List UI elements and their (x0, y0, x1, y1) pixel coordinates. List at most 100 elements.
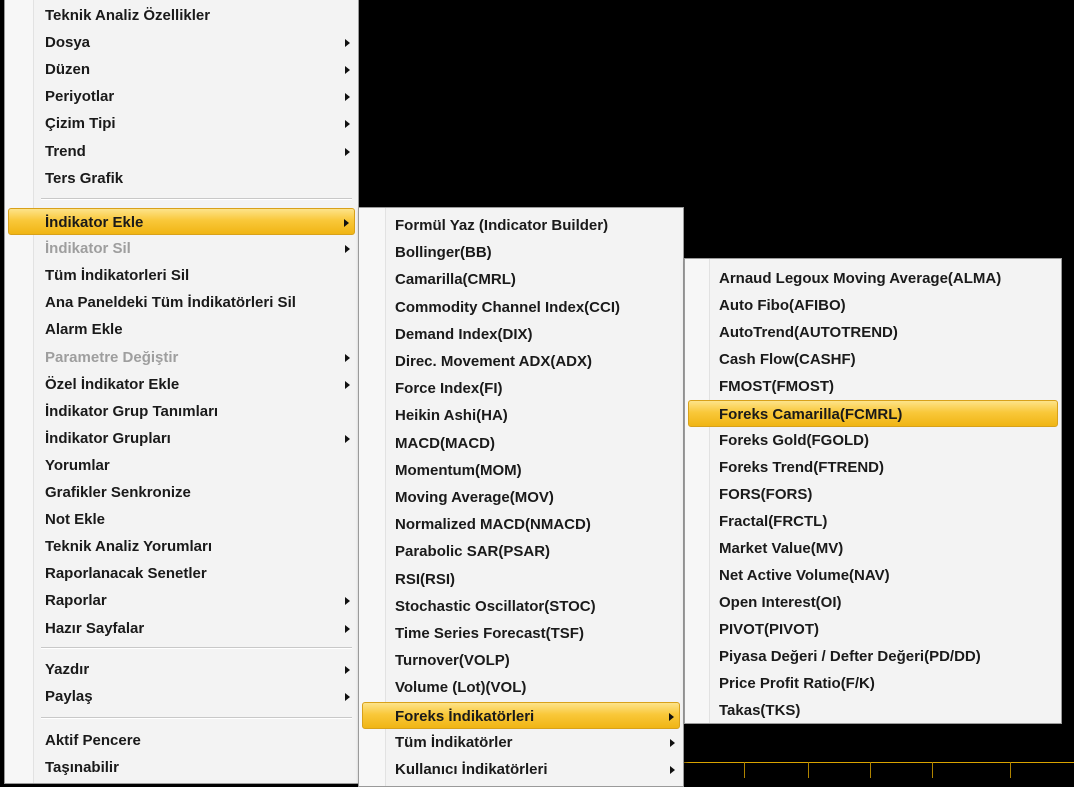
menu-item-cizim-tipi[interactable]: Çizim Tipi (5, 110, 358, 137)
menu-item-trend[interactable]: Trend (5, 138, 358, 165)
menu-item-hazir-sayfalar[interactable]: Hazır Sayfalar (5, 615, 358, 642)
menu-item-macd-macd[interactable]: MACD(MACD) (359, 430, 683, 457)
menu-item-price-profit-ratio-f-k[interactable]: Price Profit Ratio(F/K) (685, 670, 1061, 697)
menu-item-label: Commodity Channel Index(CCI) (395, 298, 621, 316)
menu-item-foreks-trend-ftrend[interactable]: Foreks Trend(FTREND) (685, 454, 1061, 481)
menu-item-label: Teknik Analiz Özellikler (45, 7, 211, 24)
menu-item-label: Özel İndikator Ekle (45, 375, 180, 393)
menu-item-duzen[interactable]: Düzen (5, 56, 358, 83)
menu-item-parametre-degistir[interactable]: Parametre Değiştir (5, 344, 358, 371)
menu-item-bollinger-bb[interactable]: Bollinger(BB) (359, 239, 683, 266)
menu-item-stochastic-oscillator-stoc[interactable]: Stochastic Oscillator(STOC) (359, 593, 683, 620)
menu-item-tum-indikatorleri-sil[interactable]: Tüm İndikatorleri Sil (5, 262, 358, 289)
menu-item-takas-tks[interactable]: Takas(TKS) (685, 697, 1061, 723)
menu-item-dosya[interactable]: Dosya (5, 29, 358, 56)
menu-item-open-interest-oi[interactable]: Open Interest(OI) (685, 589, 1061, 616)
menu-item-label: Momentum(MOM) (395, 461, 522, 479)
menu-item-grafikler-senkronize[interactable]: Grafikler Senkronize (5, 479, 358, 506)
menu-item-label: Raporlanacak Senetler (45, 565, 207, 583)
menu-item-market-value-mv[interactable]: Market Value(MV) (685, 535, 1061, 562)
menu-item-label: Direc. Movement ADX(ADX) (395, 353, 592, 370)
menu-item-label: Ana Paneldeki Tüm İndikatörleri Sil (45, 294, 296, 312)
menu-item-indikator-gruplari[interactable]: İndikator Grupları (5, 425, 358, 452)
menu-item-commodity-channel-index-cci[interactable]: Commodity Channel Index(CCI) (359, 294, 683, 321)
menu-item-label: Time Series Forecast(TSF) (395, 625, 584, 642)
menu-item-yazdir[interactable]: Yazdır (5, 656, 358, 683)
menu-item-auto-fibo-afibo[interactable]: Auto Fibo(AFIBO) (685, 292, 1061, 319)
menu-item-label: Market Value(MV) (719, 540, 844, 557)
menu-item-label: Not Ekle (45, 511, 106, 529)
menu-item-label: Turnover(VOLP) (395, 652, 510, 670)
menu-item-fors-fors[interactable]: FORS(FORS) (685, 481, 1061, 508)
menu-item-demand-index-dix[interactable]: Demand Index(DIX) (359, 321, 683, 348)
menu-item-label: Trend (45, 142, 86, 160)
menu-item-momentum-mom[interactable]: Momentum(MOM) (359, 457, 683, 484)
menu-item-teknik-analiz-ozellikler[interactable]: Teknik Analiz Özellikler (5, 2, 358, 29)
menu-item-indikator-grup-tanimlari[interactable]: İndikator Grup Tanımları (5, 398, 358, 425)
menu-item-label: Stochastic Oscillator(STOC) (395, 597, 596, 615)
menu-item-raporlanacak-senetler[interactable]: Raporlanacak Senetler (5, 560, 358, 587)
submenu-arrow-icon (345, 624, 350, 633)
menu-item-rsi-rsi[interactable]: RSI(RSI) (359, 566, 683, 593)
menu-item-label: Raporlar (45, 592, 107, 610)
menu-item-time-series-forecast-tsf[interactable]: Time Series Forecast(TSF) (359, 620, 683, 647)
menu-item-teknik-analiz-yorumlari[interactable]: Teknik Analiz Yorumları (5, 533, 358, 560)
menu-item-label: Tüm İndikatörler (395, 733, 513, 751)
menu-item-tum-indikatorler[interactable]: Tüm İndikatörler (359, 729, 683, 756)
menu-item-alarm-ekle[interactable]: Alarm Ekle (5, 316, 358, 343)
menu-item-periyotlar[interactable]: Periyotlar (5, 83, 358, 110)
chart-tick (808, 762, 809, 778)
menu-item-not-ekle[interactable]: Not Ekle (5, 506, 358, 533)
menu-item-force-index-fi[interactable]: Force Index(FI) (359, 375, 683, 402)
menu-item-camarilla-cmrl[interactable]: Camarilla(CMRL) (359, 266, 683, 293)
menu-item-yorumlar[interactable]: Yorumlar (5, 452, 358, 479)
menu-item-label: RSI(RSI) (395, 570, 455, 588)
menu-item-paylas[interactable]: Paylaş (5, 683, 358, 710)
menu-item-piyasa-degeri-defter-degeri-pd-dd[interactable]: Piyasa Değeri / Defter Değeri(PD/DD) (685, 643, 1061, 670)
menu-item-foreks-gold-fgold[interactable]: Foreks Gold(FGOLD) (685, 427, 1061, 454)
menu-item-ters-grafik[interactable]: Ters Grafik (5, 165, 358, 192)
submenu-arrow-icon (344, 219, 349, 227)
menu-item-heikin-ashi-ha[interactable]: Heikin Ashi(HA) (359, 402, 683, 429)
menu-item-label: Open Interest(OI) (719, 594, 842, 611)
menu-item-label: Çizim Tipi (45, 115, 116, 133)
menu-item-label: Dosya (45, 34, 91, 52)
menu-item-label: Hazır Sayfalar (45, 619, 145, 637)
menu-item-moving-average-mov[interactable]: Moving Average(MOV) (359, 484, 683, 511)
menu-item-normalized-macd-nmacd[interactable]: Normalized MACD(NMACD) (359, 511, 683, 538)
menu-item-label: Grafikler Senkronize (45, 484, 191, 501)
menu-item-turnover-volp[interactable]: Turnover(VOLP) (359, 647, 683, 674)
submenu-arrow-icon (345, 93, 350, 102)
menu-item-foreks-camarilla-fcmrl[interactable]: Foreks Camarilla(FCMRL) (688, 400, 1058, 427)
menu-item-label: Formül Yaz (Indicator Builder) (395, 217, 609, 234)
menu-item-indikator-sil[interactable]: İndikator Sil (5, 235, 358, 262)
menu-item-tasinabilir[interactable]: Taşınabilir (5, 754, 358, 781)
chart-context-menu: Teknik Analiz Özellikler Dosya Düzen Periyo… (4, 0, 359, 784)
menu-item-autotrend-autotrend[interactable]: AutoTrend(AUTOTREND) (685, 319, 1061, 346)
menu-item-raporlar[interactable]: Raporlar (5, 587, 358, 614)
menu-item-volume-lot-vol[interactable]: Volume (Lot)(VOL) (359, 674, 683, 701)
submenu-arrow-icon (345, 666, 350, 674)
menu-item-formul-yaz-indicator-builder[interactable]: Formül Yaz (Indicator Builder) (359, 212, 683, 239)
menu-item-label: İndikator Grup Tanımları (45, 402, 219, 420)
menu-item-fmost-fmost[interactable]: FMOST(FMOST) (685, 373, 1061, 400)
menu-item-arnaud-legoux-moving-average-alma[interactable]: Arnaud Legoux Moving Average(ALMA) (685, 265, 1061, 292)
menu-item-label: Arnaud Legoux Moving Average(ALMA) (719, 270, 1002, 287)
menu-item-aktif-pencere[interactable]: Aktif Pencere (5, 727, 358, 754)
menu-item-cash-flow-cashf[interactable]: Cash Flow(CASHF) (685, 346, 1061, 373)
submenu-arrow-icon (345, 66, 350, 75)
menu-item-net-active-volume-nav[interactable]: Net Active Volume(NAV) (685, 562, 1061, 589)
menu-item-label: PIVOT(PIVOT) (719, 621, 820, 638)
menu-item-pivot-pivot[interactable]: PIVOT(PIVOT) (685, 616, 1061, 643)
menu-item-direc-movement-adx-adx[interactable]: Direc. Movement ADX(ADX) (359, 348, 683, 375)
menu-item-ana-paneldeki-tum-indikatorleri-sil[interactable]: Ana Paneldeki Tüm İndikatörleri Sil (5, 289, 358, 316)
menu-item-label: Net Active Volume(NAV) (719, 567, 890, 584)
menu-item-kullanici-indikatorleri[interactable]: Kullanıcı İndikatörleri (359, 756, 683, 783)
menu-item-indikator-ekle[interactable]: İndikator Ekle (8, 208, 355, 235)
menu-item-label: AutoTrend(AUTOTREND) (719, 324, 898, 341)
menu-item-foreks-indikatorleri[interactable]: Foreks İndikatörleri (362, 701, 680, 729)
menu-item-fractal-frctl[interactable]: Fractal(FRCTL) (685, 508, 1061, 535)
menu-item-ozel-indikator-ekle[interactable]: Özel İndikator Ekle (5, 371, 358, 398)
menu-item-parabolic-sar-psar[interactable]: Parabolic SAR(PSAR) (359, 538, 683, 565)
chart-tick (744, 762, 745, 778)
